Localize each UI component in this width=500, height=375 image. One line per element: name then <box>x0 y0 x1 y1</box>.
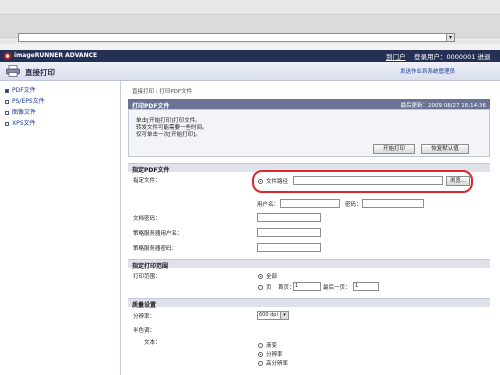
range-all-radio[interactable] <box>258 274 263 279</box>
text-label: 文本： <box>144 340 161 346</box>
sidebar-item-label: PS/EPS文件 <box>12 98 45 105</box>
address-bar[interactable] <box>18 33 454 42</box>
halftone-option-label: 渐变 <box>266 343 278 349</box>
username-label: 用户名： <box>257 202 280 208</box>
breadcrumb: 直接打印 : 打印PDF文件 <box>132 89 193 95</box>
policy-user-input[interactable] <box>257 228 321 237</box>
chevron-down-icon: ▾ <box>280 312 288 319</box>
doc-password-label: 文档密码： <box>133 216 161 222</box>
file-path-input[interactable] <box>293 176 443 185</box>
halftone-high-resolution-radio[interactable] <box>258 361 263 366</box>
file-path-option-label: 文件路径 <box>266 179 289 185</box>
halftone-resolution-radio[interactable] <box>258 352 263 357</box>
halftone-label: 半色调： <box>133 328 156 334</box>
file-label: 指定文件： <box>133 178 161 184</box>
quality-section-header: 质量设置 <box>128 298 490 309</box>
sidebar-item-label: PDF文件 <box>12 87 36 94</box>
canon-logo-icon <box>4 52 11 60</box>
sidebar-item-ps-eps[interactable]: PS/EPS文件 <box>5 96 45 105</box>
sidebar-item-pdf[interactable]: PDF文件 <box>5 85 36 94</box>
password-input[interactable] <box>362 199 424 208</box>
last-updated: 最后更新：2009 08/27 16:14:36 <box>400 102 486 109</box>
print-range-section-header: 指定打印范围 <box>128 259 490 270</box>
sidebar-item-label: 图像文件 <box>12 109 37 116</box>
range-pages-label: 页 <box>266 285 272 291</box>
brand-name: imageRUNNER ADVANCE <box>14 52 98 59</box>
range-pages-radio[interactable] <box>258 285 263 290</box>
first-page-input[interactable]: 1 <box>293 282 321 291</box>
halftone-option-label: 分辨率 <box>266 352 283 358</box>
resolution-select[interactable]: 600 dpi ▾ <box>257 311 289 320</box>
instructions-box: 单击[开始打印]打印文件。 转发文件可能需要一些时间。 仅可单击一次[开始打印]… <box>128 109 490 157</box>
bullet-icon <box>5 99 9 104</box>
start-print-button[interactable]: 开始打印 <box>373 144 415 154</box>
section-title: 指定打印范围 <box>132 263 169 270</box>
last-page-input[interactable]: 1 <box>353 282 379 291</box>
range-all-label: 全部 <box>266 274 278 280</box>
resolution-value: 600 dpi <box>259 312 278 318</box>
section-title: 质量设置 <box>132 302 157 309</box>
print-range-label: 打印范围： <box>133 274 161 280</box>
restore-defaults-button[interactable]: 恢复默认值 <box>421 144 469 154</box>
bullet-icon <box>5 121 9 126</box>
page-header: 直接打印 发送作业到系统管理员 <box>0 62 500 81</box>
sidebar-item-image[interactable]: 图像文件 <box>5 107 36 116</box>
browse-button[interactable]: 浏览... <box>446 176 470 186</box>
section-title: 指定PDF文件 <box>132 167 170 174</box>
file-path-radio[interactable] <box>258 179 263 184</box>
printer-icon <box>6 65 20 77</box>
chevron-down-icon: ▾ <box>448 34 452 41</box>
sidebar-item-xps[interactable]: XPS文件 <box>5 118 36 127</box>
bullet-icon <box>5 110 9 115</box>
password-label: 密码： <box>345 202 362 208</box>
doc-password-input[interactable] <box>257 213 321 222</box>
sidebar-item-label: XPS文件 <box>12 120 36 127</box>
app-header: imageRUNNER ADVANCE 到门户 登录用户：0000001 进退 <box>0 50 500 62</box>
resolution-label: 分辨率： <box>133 314 156 320</box>
bullet-icon <box>5 88 9 93</box>
policy-password-input[interactable] <box>257 243 321 252</box>
last-page-label: 最后一页： <box>323 285 351 291</box>
halftone-gradation-radio[interactable] <box>258 343 263 348</box>
policy-password-label: 策略服务器密码： <box>133 246 178 252</box>
halftone-option-label: 高分辨率 <box>266 361 289 367</box>
print-pdf-section-header: 打印PDF文件 最后更新：2009 08/27 16:14:36 <box>128 99 490 110</box>
portal-link[interactable]: 到门户 <box>386 51 406 61</box>
instruction-line: 仅可单击一次[开始打印]。 <box>136 132 201 138</box>
username-input[interactable] <box>280 199 340 208</box>
policy-user-label: 策略服务器用户名： <box>133 231 183 237</box>
page-title: 直接打印 <box>25 68 55 77</box>
login-status: 登录用户：0000001 进退 <box>414 53 491 61</box>
address-dropdown-button[interactable]: ▾ <box>446 33 455 42</box>
send-to-admin-link[interactable]: 发送作业到系统管理员 <box>400 67 455 75</box>
